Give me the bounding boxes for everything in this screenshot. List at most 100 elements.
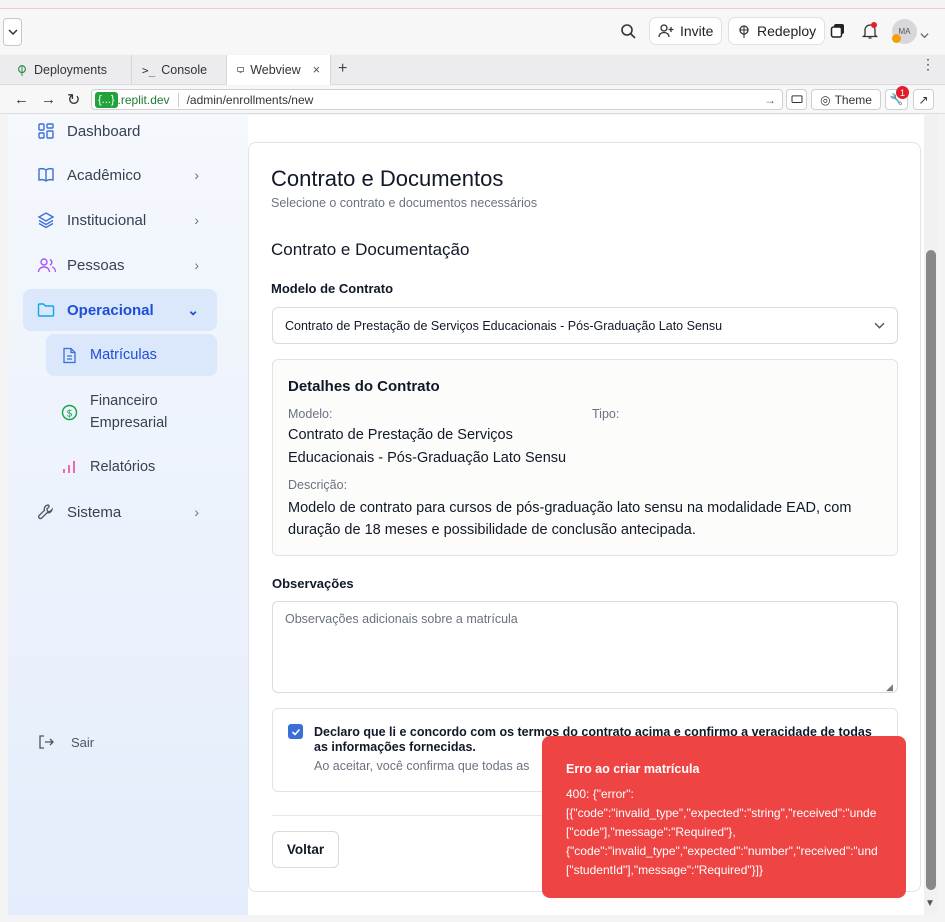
dollar-icon: $ xyxy=(61,404,90,421)
reload-icon[interactable]: ↻ xyxy=(67,90,80,110)
invite-button[interactable]: Invite xyxy=(649,17,723,45)
redeploy-label: Redeploy xyxy=(757,23,817,39)
sidebar-item-label: Operacional xyxy=(67,301,154,319)
theme-label: Theme xyxy=(834,92,872,107)
logout-icon xyxy=(39,735,54,749)
document-icon xyxy=(62,347,90,364)
chevron-down-icon: ⌄ xyxy=(187,301,199,318)
type-label: Tipo: xyxy=(592,407,620,421)
search-icon[interactable] xyxy=(620,23,636,44)
go-arrow-icon[interactable]: → xyxy=(764,93,776,107)
contract-label: Modelo de Contrato xyxy=(271,281,394,296)
external-link-icon[interactable]: ↗ xyxy=(913,89,934,110)
notes-label: Observações xyxy=(272,576,354,591)
back-button[interactable]: Voltar xyxy=(272,831,339,868)
url-path: /admin/enrollments/new xyxy=(177,92,313,107)
url-host: .replit.dev xyxy=(117,92,170,107)
model-value-line1: Contrato de Prestação de Serviços xyxy=(288,427,513,443)
folder-icon xyxy=(37,303,55,317)
sidebar-item-institucional[interactable]: Institucional › xyxy=(23,199,217,241)
user-plus-icon xyxy=(658,24,674,38)
url-host-badge: {...} xyxy=(95,91,118,108)
sidebar-subitem-label: Financeiro Empresarial xyxy=(90,393,168,431)
theme-button[interactable]: ◎ Theme xyxy=(811,89,881,110)
dashboard-icon xyxy=(38,123,54,139)
sidebar-subitem-relatorios[interactable]: Relatórios xyxy=(46,446,217,488)
toast-line: [{"code":"invalid_type","expected":"stri… xyxy=(566,806,877,820)
chevron-right-icon: › xyxy=(194,167,199,183)
sidebar-item-label: Institucional xyxy=(67,211,147,229)
section-title: Contrato e Documentação xyxy=(271,240,470,259)
chevron-down-icon[interactable] xyxy=(920,27,929,45)
layers-icon xyxy=(37,212,55,229)
more-vertical-icon[interactable]: ⋮ xyxy=(921,57,935,71)
sidebar-item-sistema[interactable]: Sistema › xyxy=(23,491,217,533)
error-toast[interactable]: Erro ao criar matrícula 400: {"error": [… xyxy=(542,736,906,898)
model-label: Modelo: xyxy=(288,407,333,421)
toast-title: Erro ao criar matrícula xyxy=(566,762,700,776)
stack-icon[interactable] xyxy=(830,23,846,44)
deploy-icon xyxy=(18,65,26,76)
toast-message: 400: {"error": [{"code":"invalid_type","… xyxy=(566,785,878,880)
page-title: Contrato e Documentos xyxy=(271,166,504,191)
chevron-right-icon: › xyxy=(194,212,199,228)
tab-webview[interactable]: Webview × xyxy=(227,55,331,85)
chevron-right-icon: › xyxy=(194,504,199,520)
logout-button[interactable]: Sair xyxy=(38,734,94,750)
device-icon[interactable] xyxy=(786,89,807,110)
book-icon xyxy=(38,168,54,182)
url-field[interactable]: {...} .replit.dev /admin/enrollments/new… xyxy=(91,89,783,110)
contract-select[interactable]: Contrato de Prestação de Serviços Educac… xyxy=(272,307,898,344)
description-label: Descrição: xyxy=(288,478,348,492)
toast-line: {"code":"invalid_type","expected":"numbe… xyxy=(566,844,878,858)
chevron-right-icon: › xyxy=(194,257,199,273)
avatar-initials: MA xyxy=(898,27,911,36)
consent-checkbox[interactable] xyxy=(288,724,303,739)
consent-hint: Ao aceitar, você confirma que todas as xyxy=(314,759,530,773)
notification-count-badge: 1 xyxy=(896,86,909,99)
workspace-menu-toggle[interactable] xyxy=(3,18,22,46)
resize-handle-icon[interactable]: ◢ xyxy=(886,682,893,693)
deploy-icon xyxy=(739,25,749,38)
terminal-icon: >_ xyxy=(142,63,156,77)
sidebar-subitem-matriculas[interactable]: Matrículas xyxy=(46,334,217,376)
toast-line: ["studentId"],"message":"Required"}]} xyxy=(566,863,764,877)
notes-placeholder: Observações adicionais sobre a matrícula xyxy=(285,612,518,626)
back-arrow-icon[interactable]: ← xyxy=(14,91,29,108)
scroll-down-arrow-icon[interactable]: ▼ xyxy=(925,898,935,909)
forward-arrow-icon[interactable]: → xyxy=(41,91,56,108)
bell-icon[interactable] xyxy=(861,22,879,45)
redeploy-button[interactable]: Redeploy xyxy=(728,17,826,45)
toast-line: 400: {"error": xyxy=(566,787,634,801)
monitor-icon xyxy=(237,67,244,73)
sidebar-subitem-financeiro[interactable]: $ Financeiro Empresarial xyxy=(46,390,217,434)
sidebar-subitem-label: Matrículas xyxy=(90,347,157,363)
sidebar-item-label: Sistema xyxy=(67,503,122,521)
page-subtitle: Selecione o contrato e documentos necess… xyxy=(271,196,538,210)
notes-textarea[interactable]: Observações adicionais sobre a matrícula xyxy=(272,601,898,693)
description-value: Modelo de contrato para cursos de pós-gr… xyxy=(288,500,852,538)
tab-deployments[interactable]: Deployments xyxy=(6,55,132,85)
tab-label: Webview xyxy=(250,63,301,77)
sidebar-item-label: Pessoas xyxy=(67,256,125,274)
sidebar-item-operacional[interactable]: Operacional ⌄ xyxy=(23,289,217,331)
palette-icon: ◎ xyxy=(820,92,831,107)
add-tab-button[interactable]: + xyxy=(338,60,347,78)
chevron-down-icon xyxy=(7,29,18,36)
chevron-down-icon xyxy=(874,322,885,329)
model-value-line2: Educacionais - Pós-Graduação Lato Sensu xyxy=(288,450,567,466)
sidebar-item-dashboard[interactable]: Dashboard xyxy=(23,110,217,152)
avatar-status-dot xyxy=(892,34,901,43)
scrollbar-thumb[interactable] xyxy=(926,250,936,890)
logout-label: Sair xyxy=(71,734,95,750)
invite-label: Invite xyxy=(680,23,714,39)
sidebar-item-pessoas[interactable]: Pessoas › xyxy=(23,244,217,286)
wrench-icon xyxy=(38,504,53,520)
sidebar-subitem-label: Relatórios xyxy=(90,459,156,475)
tab-close-icon[interactable]: × xyxy=(313,63,320,77)
users-icon xyxy=(37,258,57,273)
sidebar-item-academico[interactable]: Acadêmico › xyxy=(23,154,217,196)
bar-chart-icon xyxy=(62,460,90,474)
tab-console[interactable]: >_ Console xyxy=(132,55,227,85)
sidebar-item-label: Dashboard xyxy=(67,122,141,140)
